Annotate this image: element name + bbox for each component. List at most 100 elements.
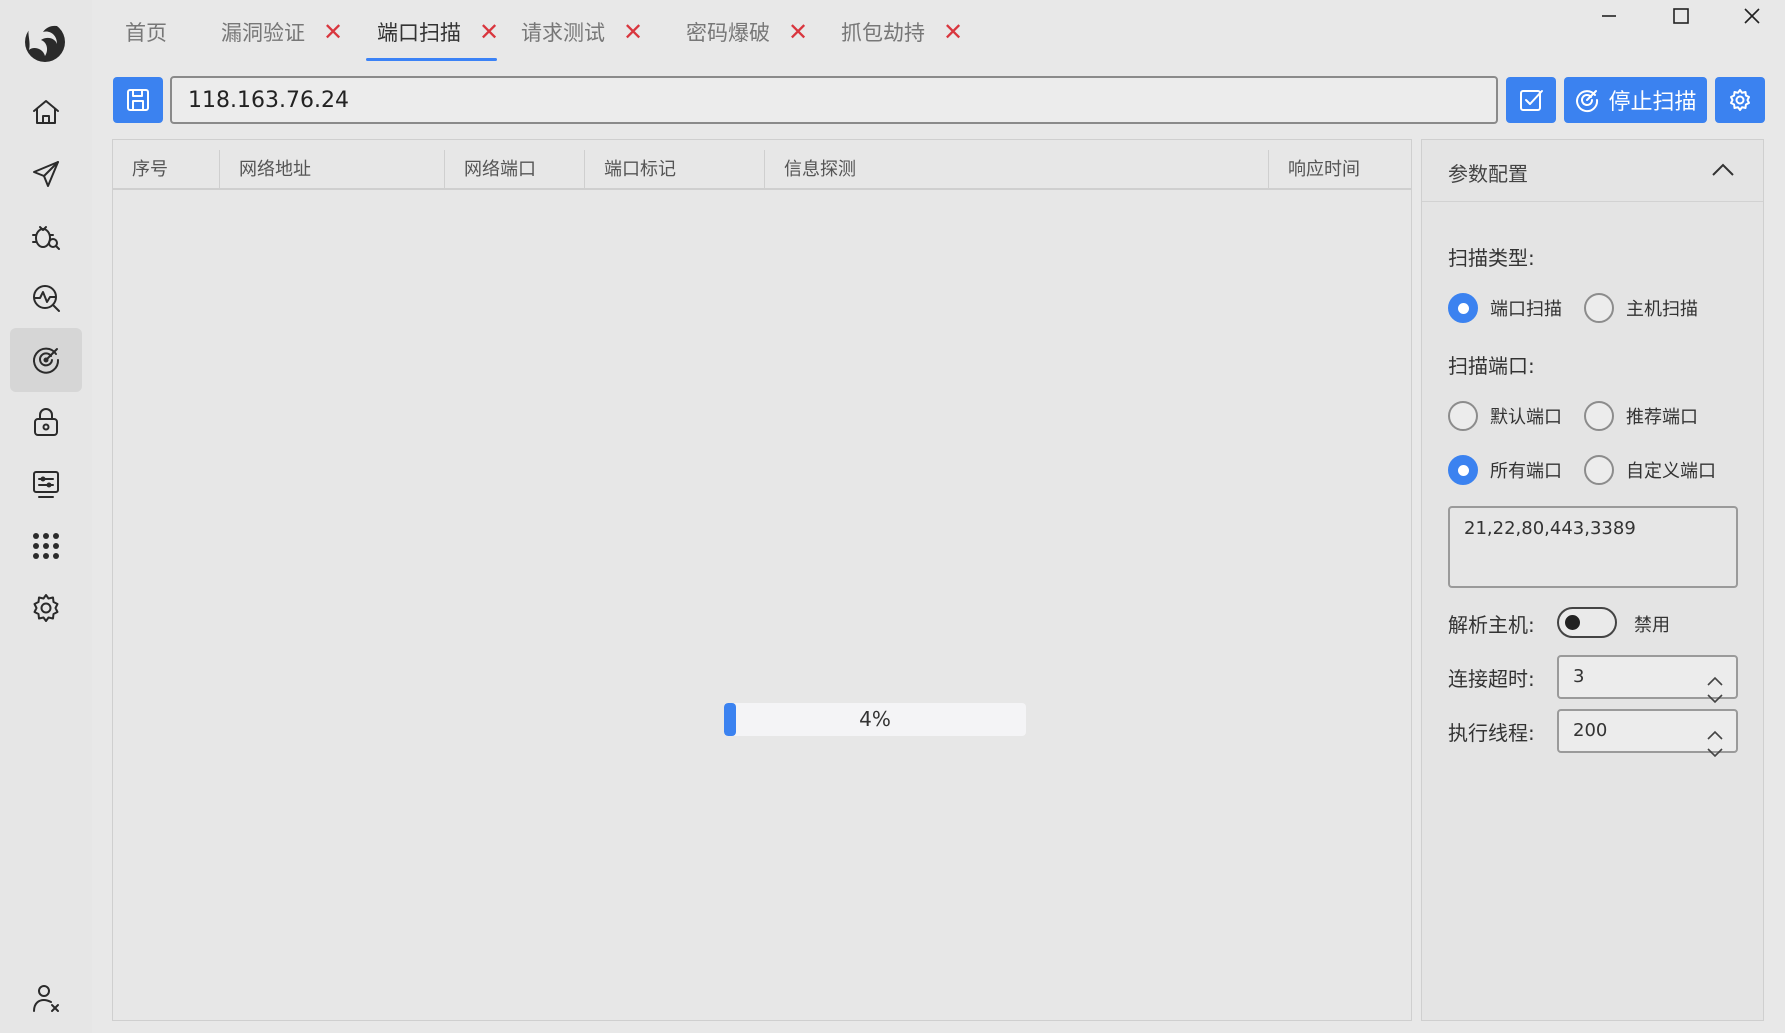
radio-dot: [1584, 455, 1614, 485]
radio-dot: [1448, 455, 1478, 485]
scan-type-label: 扫描类型:: [1448, 246, 1535, 270]
bug-search-icon: [32, 226, 60, 250]
tab-label: 端口扫描: [377, 21, 461, 45]
radio-label: 所有端口: [1490, 461, 1562, 482]
chevron-down-icon[interactable]: [1706, 734, 1724, 758]
column-header-info[interactable]: 信息探测: [764, 150, 1268, 190]
send-icon: [33, 161, 59, 187]
timeout-stepper[interactable]: 3: [1557, 655, 1738, 704]
radio-all-ports[interactable]: 所有端口: [1448, 455, 1562, 485]
minimize-icon: [1602, 15, 1616, 17]
chevron-up-icon[interactable]: [1706, 662, 1724, 686]
column-header-address[interactable]: 网络地址: [219, 150, 444, 190]
close-icon[interactable]: ✕: [943, 20, 963, 44]
tab-password-brute[interactable]: 密码爆破 ✕: [686, 14, 808, 50]
settings-icon: [1730, 89, 1750, 111]
tab-label: 密码爆破: [686, 21, 770, 45]
tab-label: 首页: [125, 21, 167, 45]
radio-recommended-ports[interactable]: 推荐端口: [1584, 401, 1698, 431]
radio-label: 主机扫描: [1626, 299, 1698, 320]
close-icon[interactable]: ✕: [788, 20, 808, 44]
tab-vuln-verify[interactable]: 漏洞验证 ✕: [221, 14, 343, 50]
radio-host-scan[interactable]: 主机扫描: [1584, 293, 1698, 323]
tab-port-scan[interactable]: 端口扫描 ✕: [377, 14, 499, 50]
radio-label: 默认端口: [1490, 407, 1562, 428]
sidebar-item-user[interactable]: [10, 966, 82, 1030]
maximize-icon: [1673, 8, 1689, 24]
resolve-host-label: 解析主机:: [1448, 613, 1535, 637]
tab-label: 请求测试: [521, 21, 605, 45]
chevron-up-icon[interactable]: [1710, 160, 1736, 180]
sidebar-item-monitor[interactable]: [10, 266, 82, 330]
tab-request-test[interactable]: 请求测试 ✕: [521, 14, 643, 50]
minimize-button[interactable]: [1579, 0, 1639, 32]
radio-dot: [1448, 401, 1478, 431]
sidebar-item-capture[interactable]: [10, 452, 82, 516]
table-header: 序号 网络地址 网络端口 端口标记 信息探测 响应时间: [113, 150, 1411, 190]
tab-label: 抓包劫持: [841, 21, 925, 45]
settings-button[interactable]: [1715, 77, 1765, 123]
chevron-up-icon[interactable]: [1706, 716, 1724, 740]
select-button[interactable]: [1506, 77, 1556, 123]
app-logo-icon: [19, 14, 71, 66]
toggle-knob: [1565, 615, 1580, 630]
chevron-down-icon[interactable]: [1706, 680, 1724, 704]
radio-dot: [1584, 401, 1614, 431]
column-header-index[interactable]: 序号: [113, 150, 219, 190]
radio-dot: [1584, 293, 1614, 323]
config-panel-header[interactable]: 参数配置: [1422, 140, 1763, 202]
column-header-port[interactable]: 网络端口: [444, 150, 584, 190]
close-icon: [1744, 8, 1760, 24]
home-icon: [33, 100, 59, 124]
timeout-value: 3: [1573, 666, 1585, 687]
resolve-host-toggle[interactable]: [1557, 607, 1617, 638]
user-x-icon: [33, 985, 59, 1012]
app-window: 首页 漏洞验证 ✕ 端口扫描 ✕ 请求测试 ✕ 密码爆破 ✕ 抓包劫持 ✕ 停止…: [0, 0, 1785, 1033]
radio-label: 推荐端口: [1626, 407, 1698, 428]
active-tab-indicator: [366, 58, 497, 61]
resolve-host-state: 禁用: [1634, 615, 1670, 636]
sidebar: [0, 0, 92, 1033]
radio-port-scan[interactable]: 端口扫描: [1448, 293, 1562, 323]
custom-ports-textarea[interactable]: 21,22,80,443,3389: [1448, 506, 1738, 588]
sidebar-item-home[interactable]: [10, 80, 82, 144]
close-icon[interactable]: ✕: [323, 20, 343, 44]
threads-value: 200: [1573, 720, 1608, 741]
sidebar-item-vuln[interactable]: [10, 204, 82, 268]
monitor-icon: [33, 471, 59, 498]
target-input[interactable]: [170, 76, 1498, 124]
progress-label: 4%: [859, 707, 891, 731]
checkbox-icon: [1520, 90, 1543, 111]
radio-dot: [1448, 293, 1478, 323]
timeout-label: 连接超时:: [1448, 667, 1535, 691]
close-window-button[interactable]: [1722, 0, 1782, 32]
sidebar-item-request[interactable]: [10, 142, 82, 206]
config-panel: 参数配置 扫描类型: 端口扫描 主机扫描 扫描端口: 默认端口 推荐端口 所有端…: [1421, 139, 1764, 1021]
close-icon[interactable]: ✕: [623, 20, 643, 44]
tab-label: 漏洞验证: [221, 21, 305, 45]
radio-default-ports[interactable]: 默认端口: [1448, 401, 1562, 431]
column-header-port-mark[interactable]: 端口标记: [584, 150, 764, 190]
stop-scan-label: 停止扫描: [1608, 90, 1697, 115]
radio-label: 自定义端口: [1626, 461, 1716, 482]
threads-stepper[interactable]: 200: [1557, 709, 1738, 758]
radio-label: 端口扫描: [1490, 299, 1562, 320]
save-button[interactable]: [113, 77, 163, 123]
tab-home[interactable]: 首页: [125, 14, 167, 50]
sidebar-item-apps[interactable]: [10, 514, 82, 578]
radio-custom-ports[interactable]: 自定义端口: [1584, 455, 1716, 485]
sidebar-item-brute[interactable]: [10, 390, 82, 454]
column-header-response-time[interactable]: 响应时间: [1268, 150, 1411, 190]
sidebar-item-settings[interactable]: [10, 576, 82, 640]
lock-icon: [34, 408, 58, 436]
close-icon[interactable]: ✕: [479, 20, 499, 44]
threads-label: 执行线程:: [1448, 721, 1535, 745]
radar-icon: [1576, 90, 1599, 113]
tab-capture[interactable]: 抓包劫持 ✕: [841, 14, 963, 50]
maximize-button[interactable]: [1651, 0, 1711, 32]
stop-scan-button[interactable]: 停止扫描: [1564, 77, 1707, 123]
results-table: 序号 网络地址 网络端口 端口标记 信息探测 响应时间 4%: [112, 139, 1412, 1021]
apps-grid-icon: [33, 533, 59, 559]
sidebar-item-port-scan[interactable]: [10, 328, 82, 392]
config-title: 参数配置: [1448, 162, 1528, 186]
